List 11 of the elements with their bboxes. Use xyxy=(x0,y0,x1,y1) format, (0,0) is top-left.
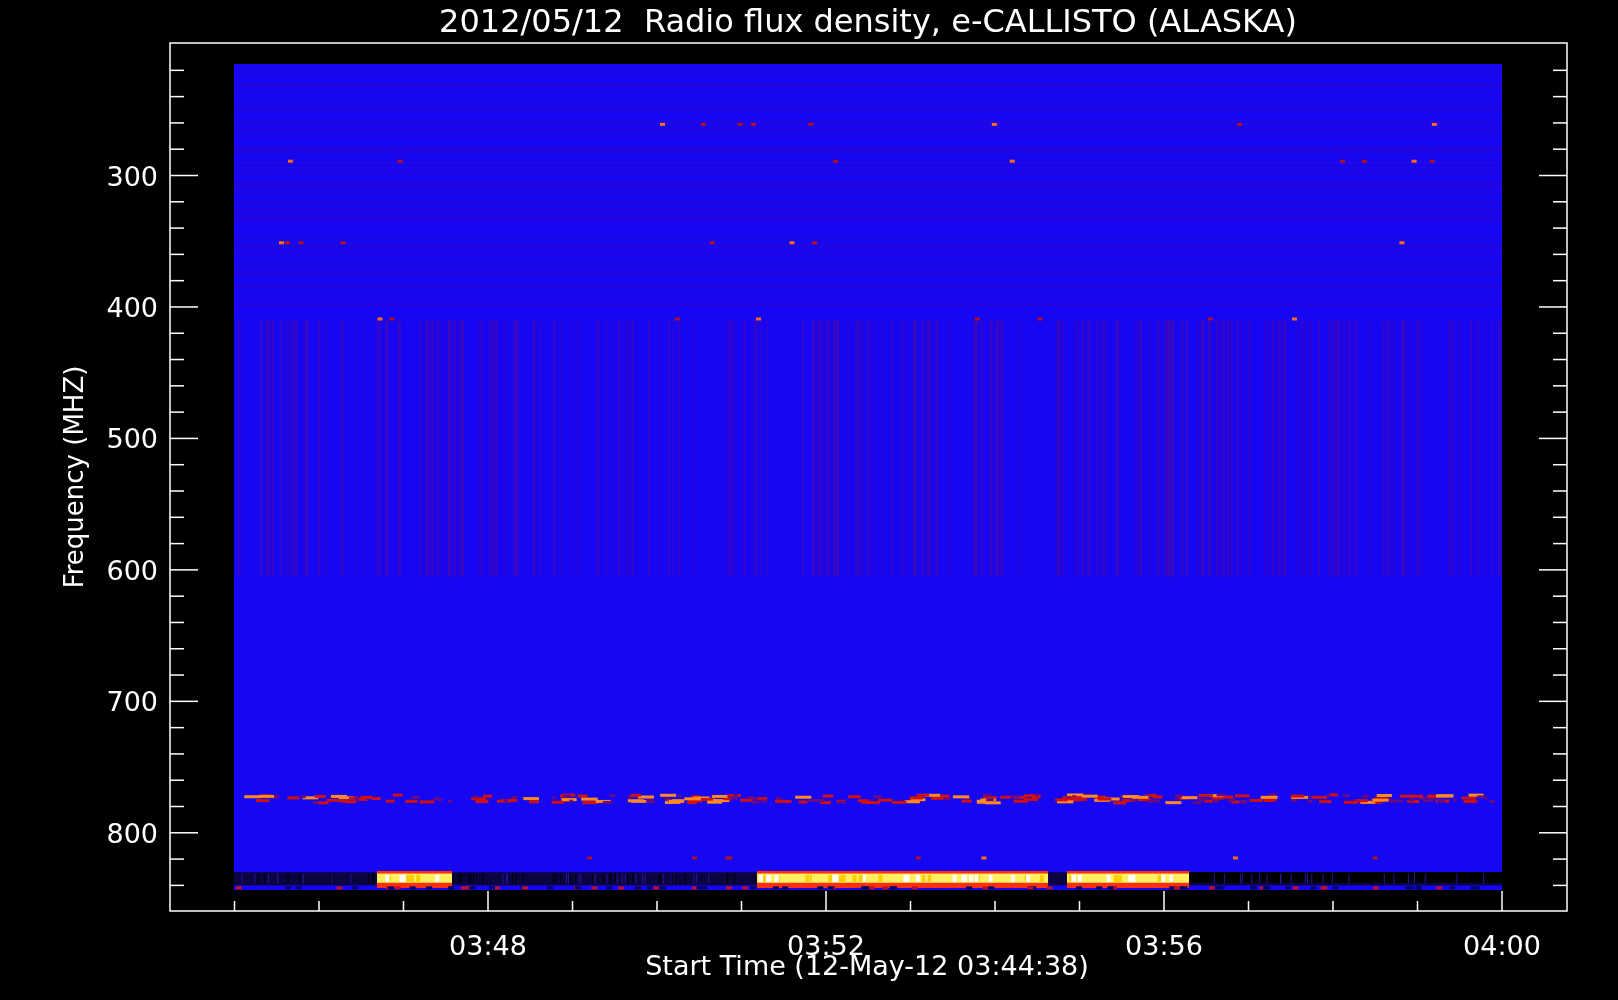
y-tick-label: 600 xyxy=(106,554,158,586)
x-tick-label: 03:56 xyxy=(1125,930,1203,961)
x-tick-label: 03:48 xyxy=(449,930,527,961)
y-tick-label: 300 xyxy=(106,160,158,192)
x-tick-label: 04:00 xyxy=(1463,930,1541,961)
y-tick-label: 700 xyxy=(106,686,158,718)
y-axis-label: Frequency (MHZ) xyxy=(59,365,89,589)
chart-title: 2012/05/12 Radio flux density, e-CALLISTO (ALASKA) xyxy=(439,2,1297,40)
y-tick-label: 500 xyxy=(106,423,158,455)
y-tick-label: 400 xyxy=(106,291,158,323)
y-tick-label: 800 xyxy=(106,817,158,849)
